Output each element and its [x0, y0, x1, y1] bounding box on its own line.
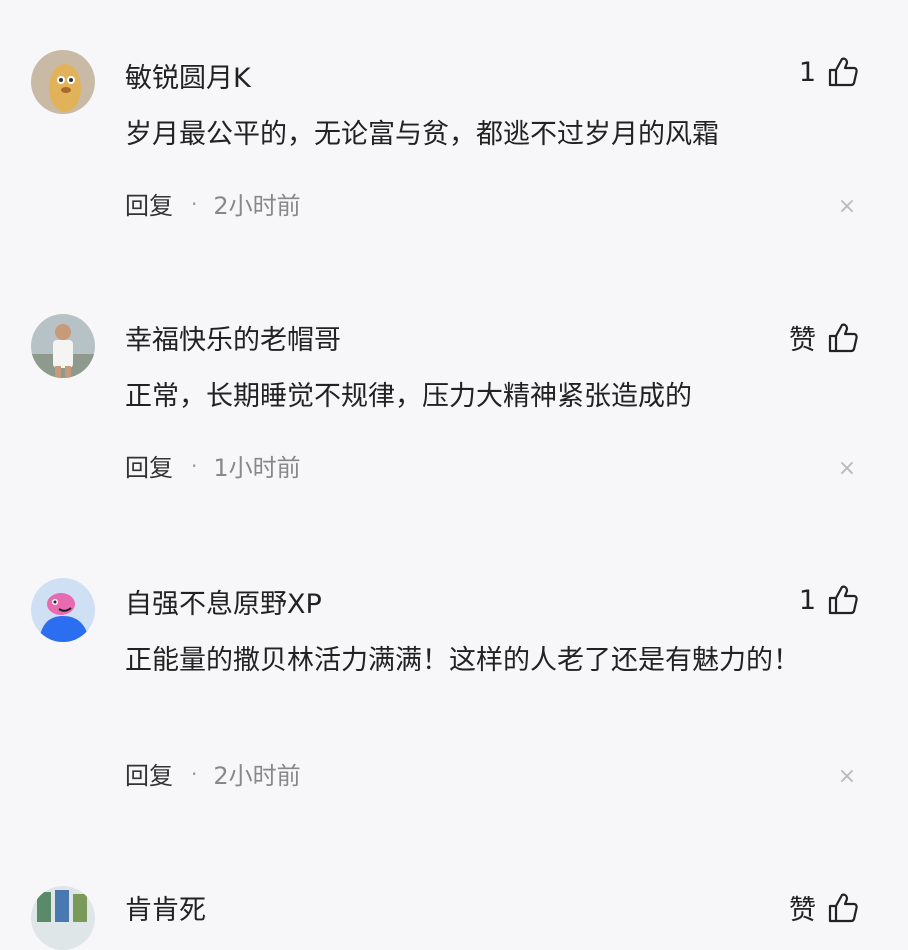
like-count: 1	[798, 584, 816, 616]
comment-meta: 回复 · 1小时前	[125, 448, 301, 483]
username[interactable]: 肯肯死	[125, 888, 206, 927]
close-icon[interactable]: ×	[836, 196, 858, 218]
comment-meta: 回复 · 2小时前	[125, 756, 301, 791]
avatar-cartoon-icon	[31, 578, 95, 642]
comment-text: 正能量的撒贝林活力满满！这样的人老了还是有魅力的！	[125, 645, 800, 676]
comment-text: 正常，长期睡觉不规律，压力大精神紧张造成的	[125, 381, 692, 412]
like-label: 赞	[789, 325, 816, 356]
close-icon[interactable]: ×	[836, 458, 858, 480]
reply-button[interactable]: 回复	[125, 186, 173, 221]
avatar-photo-icon	[31, 886, 95, 950]
thumbs-up-icon	[828, 57, 858, 87]
thumbs-up-icon	[828, 893, 858, 922]
comment-meta: 回复 · 2小时前	[125, 186, 301, 221]
username[interactable]: 自强不息原野XP	[125, 582, 322, 621]
like-count: 1	[798, 56, 816, 88]
separator-dot: ·	[191, 453, 198, 478]
avatar-cartoon-icon	[31, 50, 95, 114]
separator-dot: ·	[191, 191, 198, 216]
like-label: 赞	[789, 895, 816, 926]
separator-dot: ·	[191, 761, 198, 786]
timestamp: 2小时前	[213, 762, 301, 790]
like-button[interactable]: 赞	[789, 318, 860, 357]
timestamp: 2小时前	[213, 192, 301, 220]
username[interactable]: 敏锐圆月K	[125, 56, 251, 95]
avatar[interactable]	[31, 886, 95, 950]
avatar[interactable]	[31, 578, 95, 642]
like-button[interactable]: 1	[799, 583, 860, 617]
avatar[interactable]	[31, 314, 95, 378]
comment-text: 岁月最公平的，无论富与贫，都逃不过岁月的风霜	[125, 119, 719, 150]
thumbs-up-icon	[828, 585, 858, 615]
thumbs-up-icon	[828, 323, 858, 352]
like-button[interactable]: 赞	[789, 888, 860, 927]
avatar-photo-icon	[31, 314, 95, 378]
timestamp: 1小时前	[213, 454, 301, 482]
like-button[interactable]: 1	[799, 55, 860, 89]
avatar[interactable]	[31, 50, 95, 114]
close-icon[interactable]: ×	[836, 766, 858, 788]
reply-button[interactable]: 回复	[125, 756, 173, 791]
username[interactable]: 幸福快乐的老帽哥	[125, 318, 341, 357]
reply-button[interactable]: 回复	[125, 448, 173, 483]
